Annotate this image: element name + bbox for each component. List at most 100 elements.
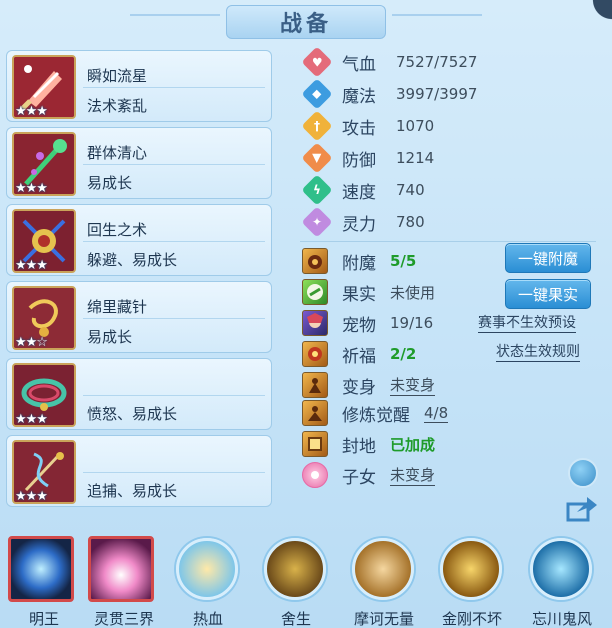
skill-card[interactable]: ★★☆ 绵里藏针 易成长: [6, 281, 272, 353]
spirit-icon: ✦: [301, 206, 333, 238]
skill-card[interactable]: ★★★ 愤怒、易成长: [6, 358, 272, 430]
share-icon[interactable]: [565, 494, 599, 524]
children-icon: [302, 462, 328, 488]
skill-card[interactable]: ★★★ 瞬如流星 法术紊乱: [6, 50, 272, 122]
info-label: 宠物: [342, 315, 376, 336]
info-value: 2/2: [390, 345, 417, 363]
refresh-button[interactable]: [568, 458, 598, 488]
stat-label: 魔法: [342, 86, 376, 107]
bottom-item-label: 灵贯三界: [93, 610, 154, 628]
transform-icon: [302, 372, 328, 398]
bottom-item[interactable]: 金刚不坏: [432, 534, 512, 628]
skill-divider: [83, 318, 265, 319]
stat-label: 速度: [342, 182, 376, 203]
one-click-enchant-button[interactable]: 一键附魔: [505, 243, 591, 273]
mana-icon: ◆: [301, 78, 333, 110]
info-fief: 封地 已加成: [302, 430, 435, 458]
skill-divider: [83, 241, 265, 242]
info-value: 已加成: [390, 435, 436, 454]
heart-icon: ♥: [301, 46, 333, 78]
bottom-item[interactable]: 摩诃无量: [344, 534, 424, 628]
info-label: 修炼觉醒: [342, 405, 410, 426]
skill-divider: [83, 164, 265, 165]
close-corner[interactable]: [588, 0, 612, 20]
skill-card[interactable]: ★★★ 群体清心 易成长: [6, 127, 272, 199]
shesheng-icon: [264, 538, 326, 600]
status-rules-link[interactable]: 状态生效规则: [496, 343, 580, 362]
jingang-icon: [440, 538, 502, 600]
star-rating: ★★★: [15, 258, 48, 273]
stat-hp: ♥ 气血 7527/7527: [301, 46, 478, 78]
stat-attack: † 攻击 1070: [301, 110, 435, 142]
bottom-item[interactable]: 舍生: [256, 534, 336, 628]
skill-name: 瞬如流星: [87, 67, 148, 85]
info-value: 19/16: [390, 314, 434, 332]
skill-desc: 追捕、易成长: [87, 482, 178, 500]
bottom-item-label: 金刚不坏: [441, 610, 502, 628]
star-rating: ★★★: [15, 104, 48, 119]
stat-label: 灵力: [342, 214, 376, 235]
info-transform: 变身 未变身: [302, 371, 436, 399]
stat-value: 780: [396, 213, 425, 231]
skill-divider: [83, 395, 265, 396]
stat-value: 7527/7527: [396, 53, 478, 71]
info-value: 未使用: [390, 283, 436, 302]
rexue-icon: [176, 538, 238, 600]
star-rating: ★★☆: [15, 335, 48, 350]
stat-value: 3997/3997: [396, 85, 478, 103]
bottom-item[interactable]: 明王: [4, 534, 84, 628]
mohe-icon: [352, 538, 414, 600]
lingguan-icon: [88, 536, 154, 602]
title-ornament-left: [130, 14, 220, 24]
fruit-icon: [302, 279, 328, 305]
info-blessing: 祈福 2/2: [302, 340, 416, 368]
event-preset-link[interactable]: 赛事不生效预设: [478, 314, 576, 333]
stat-speed: ϟ 速度 740: [301, 174, 425, 206]
title-ornament-right: [392, 14, 482, 24]
skill-card[interactable]: ★★★ 回生之术 躲避、易成长: [6, 204, 272, 276]
stat-value: 1070: [396, 117, 435, 135]
bottom-item[interactable]: 忘川鬼风: [522, 534, 602, 628]
skill-desc: 易成长: [87, 174, 133, 192]
skill-desc: 躲避、易成长: [87, 251, 178, 269]
info-value[interactable]: 4/8: [424, 404, 449, 423]
mingwang-icon: [8, 536, 74, 602]
lightning-icon: ϟ: [301, 174, 333, 206]
info-pet: 宠物 19/16: [302, 309, 433, 337]
section-divider: [300, 241, 596, 242]
skill-name: 群体清心: [87, 144, 148, 162]
info-value[interactable]: 未变身: [390, 464, 436, 486]
skill-divider: [83, 472, 265, 473]
info-fruit: 果实 未使用: [302, 278, 435, 306]
bottom-skill-bar: 明王 灵贯三界 热血 舍生 摩诃无量 金刚不坏 忘川鬼风: [0, 530, 612, 628]
stat-value: 740: [396, 181, 425, 199]
skill-divider: [83, 87, 265, 88]
bottom-item-label: 热血: [192, 610, 223, 628]
shield-icon: ▼: [301, 142, 333, 174]
info-enchant: 附魔 5/5: [302, 247, 416, 275]
info-label: 变身: [342, 377, 376, 398]
skill-name: 回生之术: [87, 221, 148, 239]
skill-desc: 法术紊乱: [87, 97, 148, 115]
enchant-icon: [302, 248, 328, 274]
info-label: 附魔: [342, 253, 376, 274]
fief-icon: [302, 431, 328, 457]
stat-value: 1214: [396, 149, 435, 167]
one-click-fruit-button[interactable]: 一键果实: [505, 279, 591, 309]
star-rating: ★★★: [15, 489, 48, 504]
cultivation-icon: [302, 400, 328, 426]
bottom-item-label: 舍生: [280, 610, 311, 628]
bottom-item-label: 明王: [28, 610, 59, 628]
bottom-item-label: 忘川鬼风: [531, 610, 592, 628]
wangchuan-icon: [530, 538, 592, 600]
page-title: 战备: [226, 5, 386, 39]
bottom-item[interactable]: 热血: [168, 534, 248, 628]
stat-defense: ▼ 防御 1214: [301, 142, 435, 174]
pet-avatar-icon: [302, 310, 328, 336]
skill-card[interactable]: ★★★ 追捕、易成长: [6, 435, 272, 507]
bottom-item[interactable]: 灵贯三界: [84, 534, 164, 628]
stat-label: 防御: [342, 150, 376, 171]
bottom-item-label: 摩诃无量: [353, 610, 414, 628]
info-value[interactable]: 未变身: [390, 374, 436, 396]
info-children: 子女 未变身: [302, 461, 436, 489]
